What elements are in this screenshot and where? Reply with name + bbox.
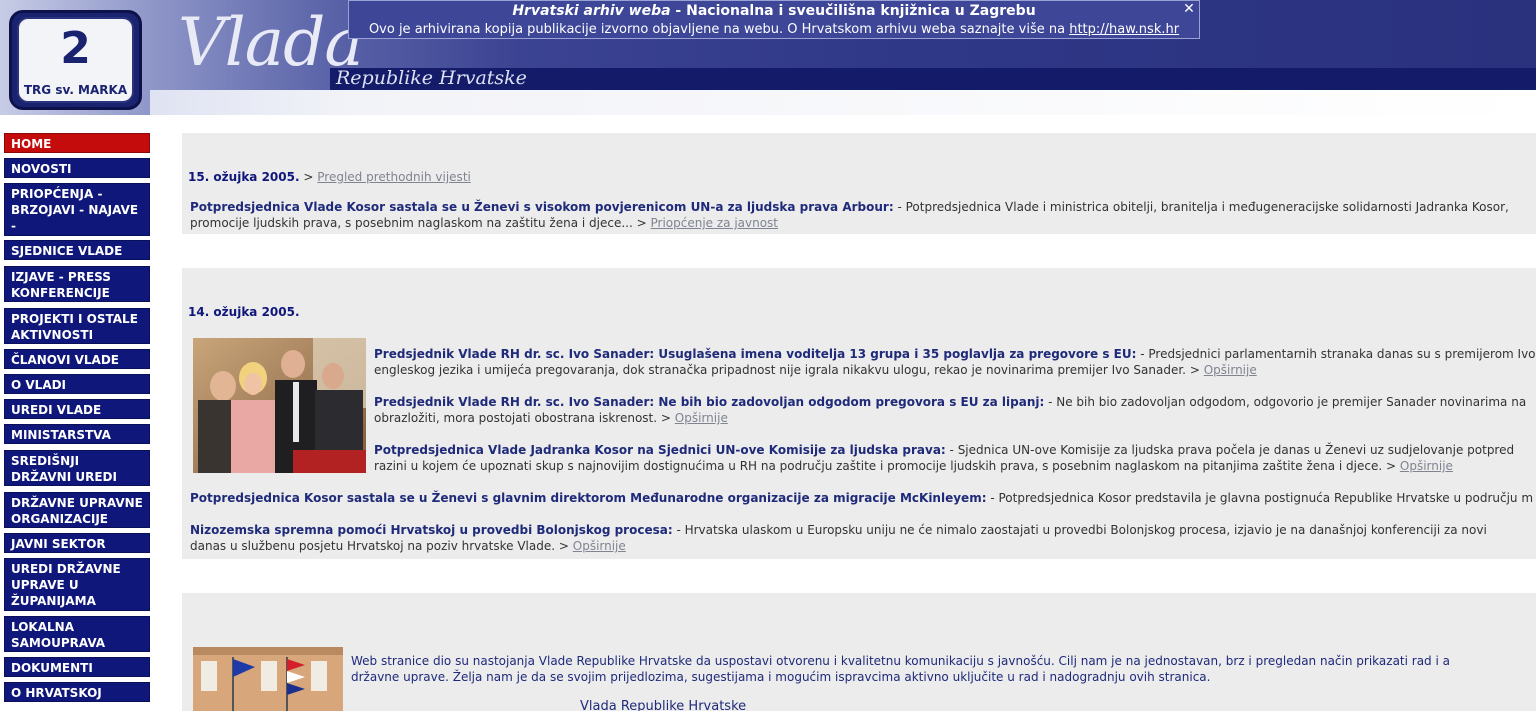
news-item: Predsjednik Vlade RH dr. sc. Ivo Sanader… bbox=[374, 346, 1536, 378]
sidebar-item-novosti[interactable]: NOVOSTI bbox=[4, 158, 150, 178]
sidebar-item-državne-upravne-organizacije[interactable]: DRŽAVNE UPRAVNE ORGANIZACIJE bbox=[4, 492, 150, 528]
archive-link[interactable]: http://haw.nsk.hr bbox=[1069, 22, 1179, 37]
archive-banner: Hrvatski arhiv weba - Nacionalna i sveuč… bbox=[348, 0, 1200, 39]
sidebar-item-sjednice-vlade[interactable]: SJEDNICE VLADE bbox=[4, 240, 150, 260]
news-date: 15. ožujka 2005. bbox=[188, 170, 300, 184]
sidebar-item-priopćenja-brzojavi-najave[interactable]: PRIOPĆENJA - BRZOJAVI - NAJAVE - bbox=[4, 183, 150, 236]
news-item: Potpredsjednica Vlade Jadranka Kosor na … bbox=[374, 442, 1514, 474]
sidebar-item-uredi-državne-uprave-u-županijama[interactable]: UREDI DRŽAVNE UPRAVE U ŽUPANIJAMA bbox=[4, 558, 150, 611]
sidebar-item-javni-sektor[interactable]: JAVNI SEKTOR bbox=[4, 533, 150, 553]
brand-title: Vlada bbox=[178, 4, 364, 81]
welcome-line: Web stranice dio su nastojanja Vlade Rep… bbox=[351, 654, 1450, 668]
header-underline bbox=[150, 90, 1536, 115]
news-date: 14. ožujka 2005. bbox=[188, 305, 300, 319]
sidebar-item-o-vladi[interactable]: O VLADI bbox=[4, 374, 150, 394]
news-headline[interactable]: Potpredsjednica Vlade Kosor sastala se u… bbox=[190, 200, 894, 214]
close-icon[interactable]: ✕ bbox=[1181, 1, 1197, 17]
more-link[interactable]: Opširnije bbox=[675, 411, 728, 425]
sidebar-item-home[interactable]: HOME bbox=[4, 133, 150, 153]
news-headline[interactable]: Potpredsjednica Kosor sastala se u Ženev… bbox=[190, 491, 987, 505]
archive-title-suffix: - Nacionalna i sveučilišna knjižnica u Z… bbox=[675, 3, 1036, 19]
news-headline[interactable]: Nizozemska spremna pomoći Hrvatskoj u pr… bbox=[190, 523, 673, 537]
archive-note: Ovo je arhivirana kopija publikacije izv… bbox=[368, 22, 1066, 37]
arrow-icon: > bbox=[660, 411, 671, 425]
welcome-panel: Web stranice dio su nastojanja Vlade Rep… bbox=[182, 593, 1536, 711]
news-panel-14-march: 14. ožujka 2005. Predsjednik Vlade RH dr… bbox=[182, 268, 1536, 559]
government-building-photo bbox=[193, 647, 343, 711]
previous-news-link[interactable]: Pregled prethodnih vijesti bbox=[317, 170, 471, 184]
arrow-icon: > bbox=[558, 539, 569, 553]
news-text: - Hrvatska ulaskom u Europsku uniju ne ć… bbox=[676, 523, 1487, 537]
more-link[interactable]: Opširnije bbox=[573, 539, 626, 553]
main-content: 15. ožujka 2005. > Pregled prethodnih vi… bbox=[158, 123, 1536, 711]
sidebar-item-središnji-državni-uredi[interactable]: SREDIŠNJI DRŽAVNI UREDI bbox=[4, 450, 150, 486]
news-text: - Potpredsjednica Kosor predstavila je g… bbox=[990, 491, 1534, 505]
archive-title: Hrvatski arhiv weba bbox=[512, 3, 671, 19]
sidebar-item-izjave-press-konferencije[interactable]: IZJAVE - PRESS KONFERENCIJE bbox=[4, 266, 150, 302]
news-item: Predsjednik Vlade RH dr. sc. Ivo Sanader… bbox=[374, 394, 1526, 426]
more-link[interactable]: Opširnije bbox=[1204, 363, 1257, 377]
street-sign-logo[interactable]: 2 TRG sv. MARKA bbox=[9, 10, 142, 110]
sidebar-item-uredi-vlade[interactable]: UREDI VLADE bbox=[4, 399, 150, 419]
cabinet-meeting-photo[interactable] bbox=[193, 338, 366, 473]
news-headline[interactable]: Predsjednik Vlade RH dr. sc. Ivo Sanader… bbox=[374, 395, 1044, 409]
news-text: - Sjednica UN-ove Komisije za ljudska pr… bbox=[949, 443, 1515, 457]
sidebar-nav: HOME NOVOSTI PRIOPĆENJA - BRZOJAVI - NAJAV… bbox=[0, 123, 158, 711]
sidebar-item-o-hrvatskoj[interactable]: O HRVATSKOJ bbox=[4, 682, 150, 702]
news-panel-15-march: 15. ožujka 2005. > Pregled prethodnih vi… bbox=[182, 133, 1536, 234]
sidebar-item-ministarstva[interactable]: MINISTARSTVA bbox=[4, 424, 150, 444]
sidebar-item-dokumenti[interactable]: DOKUMENTI bbox=[4, 657, 150, 677]
sidebar-item-lokalna-samouprava[interactable]: LOKALNA SAMOUPRAVA bbox=[4, 616, 150, 652]
news-item: Potpredsjednica Vlade Kosor sastala se u… bbox=[190, 199, 1509, 231]
news-item: Nizozemska spremna pomoći Hrvatskoj u pr… bbox=[190, 522, 1487, 554]
news-text: - Ne bih bio zadovoljan odgodom, odgovor… bbox=[1048, 395, 1527, 409]
sidebar-item-članovi-vlade[interactable]: ČLANOVI VLADE bbox=[4, 349, 150, 369]
news-headline[interactable]: Potpredsjednica Vlade Jadranka Kosor na … bbox=[374, 443, 946, 457]
news-text-cont: engleskog jezika i umijeća pregovaranja,… bbox=[374, 363, 1186, 377]
news-text-cont: promocije ljudskih prava, s posebnim nag… bbox=[190, 216, 633, 230]
news-headline[interactable]: Predsjednik Vlade RH dr. sc. Ivo Sanader… bbox=[374, 347, 1136, 361]
arrow-icon: > bbox=[1189, 363, 1200, 377]
news-text-cont: razini u kojem će upoznati skup s najnov… bbox=[374, 459, 1383, 473]
brand-subtitle: Republike Hrvatske bbox=[336, 67, 527, 89]
arrow-icon: > bbox=[1386, 459, 1397, 473]
welcome-signature: Vlada Republike Hrvatske bbox=[580, 699, 747, 711]
arrow-icon: > bbox=[303, 170, 314, 184]
logo-street: TRG sv. MARKA bbox=[23, 83, 128, 97]
site-header: 2 TRG sv. MARKA Vlada Republike Hrvatske… bbox=[0, 0, 1536, 115]
logo-number: 2 bbox=[60, 23, 91, 74]
news-text: - Potpredsjednica Vlade i ministrica obi… bbox=[897, 200, 1509, 214]
news-item: Potpredsjednica Kosor sastala se u Ženev… bbox=[190, 490, 1533, 506]
welcome-text: Web stranice dio su nastojanja Vlade Rep… bbox=[351, 653, 1450, 685]
news-text-cont: danas u službenu posjetu Hrvatskoj na po… bbox=[190, 539, 556, 553]
press-release-link[interactable]: Priopćenje za javnost bbox=[650, 216, 778, 230]
more-link[interactable]: Opširnije bbox=[1400, 459, 1453, 473]
sidebar-item-projekti-i-ostale-aktivnosti[interactable]: PROJEKTI I OSTALE AKTIVNOSTI bbox=[4, 308, 150, 344]
arrow-icon: > bbox=[636, 216, 647, 230]
news-text-cont: obrazložiti, mora postojati obostrana is… bbox=[374, 411, 658, 425]
welcome-line: državne uprave. Želja nam je da se svoji… bbox=[351, 670, 1211, 684]
news-text: - Predsjednici parlamentarnih stranaka d… bbox=[1140, 347, 1536, 361]
